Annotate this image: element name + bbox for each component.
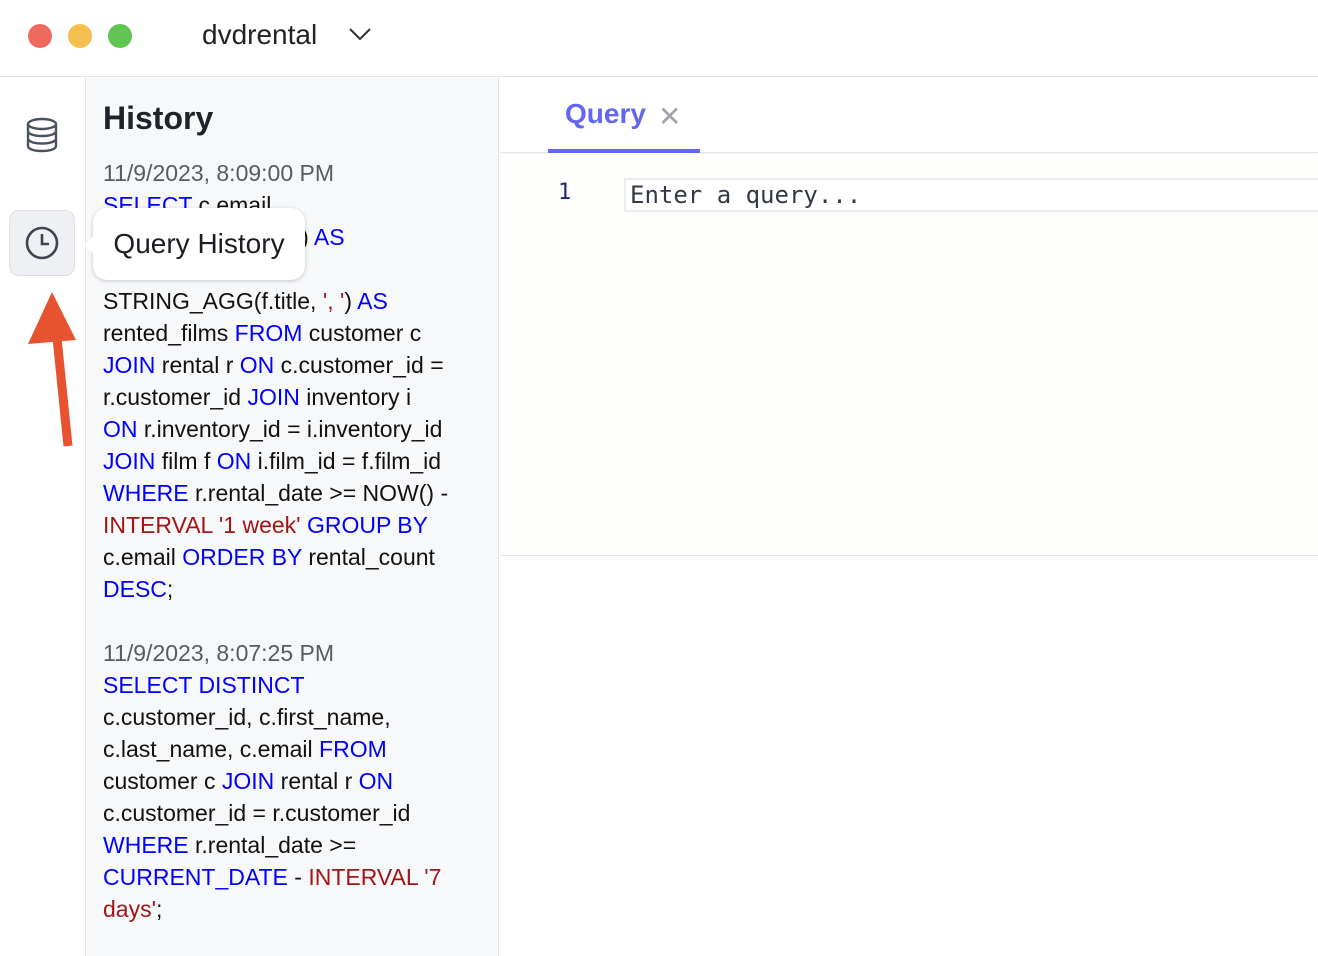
sql-keyword: SELECT DISTINCT <box>103 672 305 698</box>
history-title: History <box>103 100 214 136</box>
history-query-line[interactable]: CURRENT_DATE - INTERVAL '7 <box>103 864 441 891</box>
history-query-line[interactable]: c.last_name, c.email FROM <box>103 736 387 763</box>
database-icon <box>26 117 58 153</box>
sql-text: r.inventory_id = i.inventory_id <box>137 416 443 442</box>
sql-text: ; <box>155 896 163 922</box>
history-query-line[interactable]: SELECT DISTINCT <box>103 672 305 699</box>
history-query-line[interactable]: INTERVAL '1 week' GROUP BY <box>103 512 428 539</box>
sql-keyword: ON <box>358 768 394 794</box>
sql-keyword: JOIN <box>221 768 275 794</box>
tab-bar: Query ✕ <box>500 78 1318 153</box>
sql-keyword: JOIN <box>247 384 300 410</box>
sql-text: rented_films <box>103 320 235 346</box>
close-window-button[interactable] <box>28 24 52 48</box>
sql-text: i.film_id = f.film_id <box>251 448 442 474</box>
sql-text: r.customer_id <box>103 384 248 410</box>
sql-text: c.customer_id = <box>274 352 444 378</box>
history-query-line[interactable]: WHERE r.rental_date >= <box>103 832 356 859</box>
sql-text: c.customer_id = r.customer_id <box>103 800 411 826</box>
sidebar-rail <box>0 78 86 956</box>
sql-keyword: AS <box>357 288 388 314</box>
sql-text: STRING_AGG(f.title, <box>103 288 323 314</box>
sql-keyword: FROM <box>234 320 303 346</box>
history-query-line[interactable]: days'; <box>103 896 162 923</box>
sql-keyword: JOIN <box>103 352 156 378</box>
annotation-arrow-icon <box>28 292 76 447</box>
sql-keyword: CURRENT_DATE <box>103 864 288 890</box>
history-query-line[interactable]: customer c JOIN rental r ON <box>103 768 393 795</box>
sql-text: c.email <box>103 544 183 570</box>
sql-keyword: WHERE <box>103 832 189 858</box>
sql-keyword: ON <box>103 416 138 442</box>
sql-keyword: FROM <box>319 736 387 762</box>
history-query-line[interactable]: STRING_AGG(f.title, ', ') AS <box>103 288 388 315</box>
history-query-line[interactable]: c.customer_id, c.first_name, <box>103 704 391 731</box>
sql-text: rental_count <box>301 544 435 570</box>
sql-string: ', ' <box>322 288 345 314</box>
sql-text: c.customer_id, c.first_name, <box>103 704 391 730</box>
history-timestamp: 11/9/2023, 8:07:25 PM <box>103 640 335 666</box>
sql-keyword: WHERE <box>103 480 189 506</box>
sql-keyword: JOIN <box>103 448 156 474</box>
sql-keyword: DESC <box>103 576 167 602</box>
sql-keyword: ORDER BY <box>182 544 302 570</box>
history-query-line[interactable]: r.customer_id JOIN inventory i <box>103 384 411 411</box>
history-query-line[interactable]: rented_films FROM customer c <box>103 320 421 347</box>
history-query-line[interactable]: c.email ORDER BY rental_count <box>103 544 435 571</box>
zoom-window-button[interactable] <box>108 24 132 48</box>
history-query-line[interactable]: c.customer_id = r.customer_id <box>103 800 410 827</box>
line-number: 1 <box>558 180 572 205</box>
sql-text: r.rental_date >= <box>188 832 357 858</box>
tab-label: Query <box>565 98 646 129</box>
query-editor[interactable]: 1 Enter a query... <box>500 154 1318 556</box>
sql-text: ) <box>344 288 358 314</box>
sql-text: r.rental_date >= NOW() - <box>188 480 449 506</box>
sql-text: rental r <box>274 768 359 794</box>
query-history-button[interactable] <box>9 210 75 276</box>
sql-text: ; <box>166 576 174 602</box>
main-area: Query ✕ 1 Enter a query... <box>500 78 1318 956</box>
history-query-line[interactable]: JOIN film f ON i.film_id = f.film_id <box>103 448 441 475</box>
close-tab-icon[interactable]: ✕ <box>658 100 681 133</box>
sql-text: customer c <box>103 768 222 794</box>
clock-icon <box>25 226 59 260</box>
history-query-line[interactable]: ON r.inventory_id = i.inventory_id <box>103 416 442 443</box>
tab-query[interactable]: Query ✕ <box>548 78 700 153</box>
database-button[interactable] <box>9 102 75 168</box>
sql-text: film f <box>155 448 217 474</box>
sql-keyword: AS <box>313 224 345 250</box>
sql-text: c.last_name, c.email <box>103 736 320 762</box>
sql-keyword: GROUP BY <box>306 512 428 538</box>
history-query-line[interactable]: WHERE r.rental_date >= NOW() - <box>103 480 448 507</box>
history-query-line[interactable]: DESC; <box>103 576 173 603</box>
sql-string: days' <box>103 896 156 922</box>
sql-string: INTERVAL '7 <box>308 864 442 890</box>
sql-string: INTERVAL '1 week' <box>103 512 301 538</box>
query-input[interactable]: Enter a query... <box>624 178 1318 212</box>
sql-text: customer c <box>302 320 422 346</box>
chevron-down-icon[interactable] <box>348 26 372 42</box>
query-history-tooltip: Query History <box>85 208 305 280</box>
history-query-line[interactable]: JOIN rental r ON c.customer_id = <box>103 352 444 379</box>
minimize-window-button[interactable] <box>68 24 92 48</box>
sql-keyword: ON <box>216 448 252 474</box>
title-bar: dvdrental <box>0 0 1318 77</box>
sql-keyword: ON <box>239 352 275 378</box>
database-selector[interactable]: dvdrental <box>202 19 317 51</box>
sql-text: rental r <box>155 352 240 378</box>
history-timestamp: 11/9/2023, 8:09:00 PM <box>103 160 335 186</box>
sql-text: - <box>287 864 309 890</box>
sql-text: inventory i <box>299 384 412 410</box>
